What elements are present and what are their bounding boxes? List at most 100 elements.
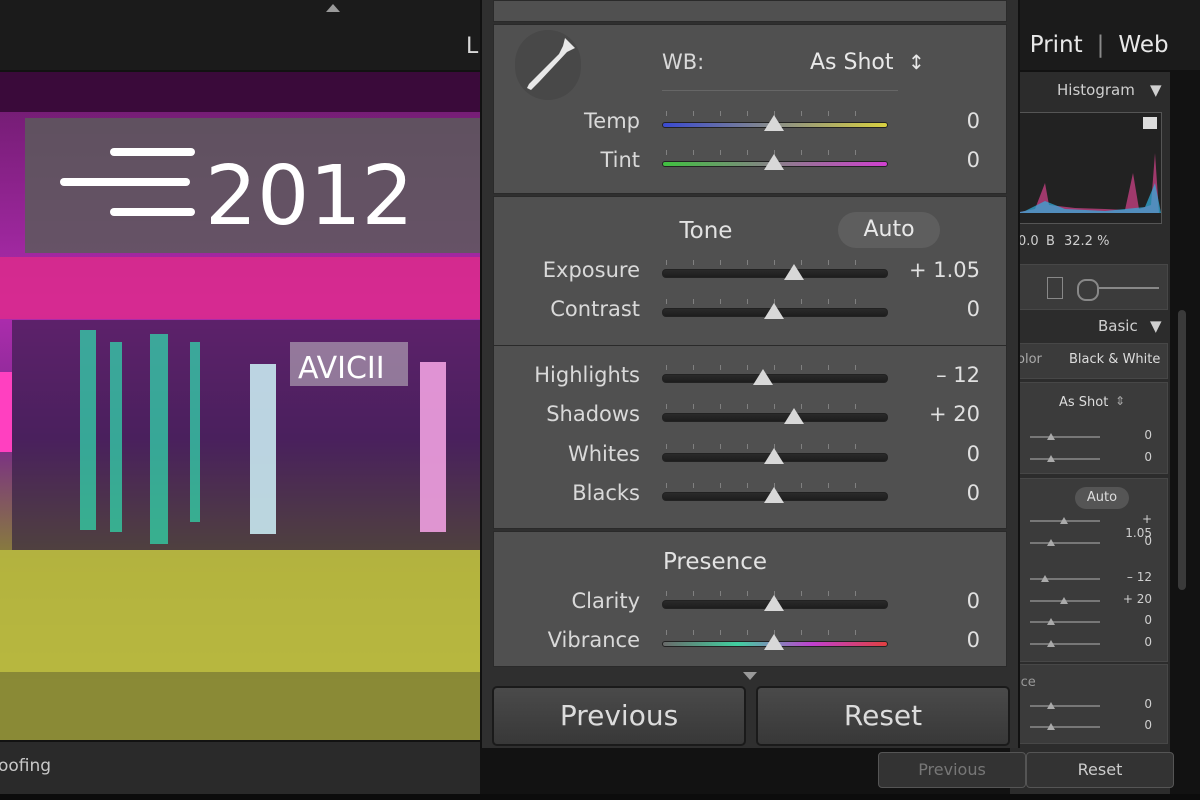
mini-slider-value: + 20 [1122,592,1152,606]
temp-slider-handle[interactable] [764,115,784,131]
highlights-value[interactable]: – 12 [890,363,980,387]
mini-slider-value: 0 [1144,697,1152,711]
mini-slider[interactable] [1030,436,1100,438]
highlights-slider[interactable] [662,374,888,383]
hist-readout-a: 0.0 [1018,234,1039,249]
mini-slider[interactable] [1030,621,1100,623]
mini-reset-button[interactable]: Reset [1026,752,1174,788]
hist-readout-b-label: B [1046,234,1055,249]
mini-slider-value: 0 [1144,635,1152,649]
photo-preview: 2012 AVICII [0,72,480,740]
mini-previous-button[interactable]: Previous [878,752,1026,788]
shadows-label: Shadows [546,402,640,426]
mini-slider-handle[interactable] [1041,575,1050,582]
mini-slider-handle[interactable] [1047,723,1055,730]
panel-top-strip [493,0,1007,22]
mini-slider-value: 0 [1144,718,1152,732]
whites-value[interactable]: 0 [890,442,980,466]
eyedropper-icon[interactable] [515,30,581,100]
vibrance-slider-handle[interactable] [764,634,784,650]
mini-slider[interactable] [1030,458,1100,460]
crop-tool-icon[interactable] [1047,277,1063,299]
tint-value[interactable]: 0 [890,148,980,172]
wb-dropdown-arrows-icon[interactable]: ↕ [908,50,925,74]
module-web[interactable]: Web [1118,32,1168,58]
right-scrollbar[interactable] [1178,310,1186,590]
mini-slider-handle[interactable] [1059,517,1068,524]
highlights-ticks [666,365,882,370]
mini-slider-value: 0 [1144,534,1152,548]
tab-color[interactable]: olor [1017,352,1042,367]
module-print[interactable]: Print [1030,32,1083,58]
clarity-slider-handle[interactable] [764,595,784,611]
whites-label: Whites [567,442,640,466]
neon-sign-year: 2012 [205,149,414,244]
mini-slider[interactable] [1030,726,1100,728]
module-label-partial[interactable]: L [466,34,478,59]
highlights-label: Highlights [534,363,640,387]
whites-slider-handle[interactable] [764,448,784,464]
vibrance-value[interactable]: 0 [890,628,980,652]
histogram [1014,112,1162,224]
clarity-label: Clarity [571,589,641,613]
tab-black-white[interactable]: Black & White [1069,352,1160,367]
mini-auto-button[interactable]: Auto [1075,487,1129,509]
mini-slider-handle[interactable] [1047,640,1055,647]
temp-label: Temp [584,109,640,133]
blacks-label: Blacks [572,481,640,505]
mini-slider[interactable] [1030,705,1100,707]
collapse-top-arrow-icon[interactable] [326,4,340,12]
tone-auto-button[interactable]: Auto [838,212,940,248]
histogram-collapse-icon[interactable]: ▼ [1150,81,1162,99]
temp-value[interactable]: 0 [890,109,980,133]
reset-button[interactable]: Reset [756,686,1010,746]
mini-slider-handle[interactable] [1047,455,1055,462]
mini-slider-value: 0 [1144,450,1152,464]
mini-slider[interactable] [1030,643,1100,645]
exposure-slider[interactable] [662,269,888,278]
contrast-value[interactable]: 0 [890,297,980,321]
basic-collapse-icon[interactable]: ▼ [1150,317,1162,335]
treatment-tabs: olor Black & White [1014,343,1168,379]
wb-label: WB: [662,50,705,74]
shadows-slider-handle[interactable] [784,408,805,424]
shadows-slider[interactable] [662,413,888,422]
mini-slider[interactable] [1030,542,1100,544]
soft-proofing-label[interactable]: oofing [0,756,51,776]
mini-slider-handle[interactable] [1047,702,1055,709]
tint-slider-handle[interactable] [764,154,784,170]
previous-button[interactable]: Previous [492,686,746,746]
basic-title[interactable]: Basic [1098,317,1138,335]
bottom-strip [0,794,1200,800]
toolbar-bottom-left: oofing [0,742,480,794]
vibrance-label: Vibrance [547,628,640,652]
exposure-value[interactable]: + 1.05 [890,258,980,282]
shadows-value[interactable]: + 20 [890,402,980,426]
blacks-value[interactable]: 0 [890,481,980,505]
mini-slider-handle[interactable] [1047,618,1055,625]
contrast-slider-handle[interactable] [764,303,784,319]
radial-filter-icon[interactable] [1077,279,1099,301]
tint-label: Tint [600,148,640,172]
tone-heading: Tone [679,218,733,244]
highlights-slider-handle[interactable] [752,369,773,385]
brush-slider-icon[interactable] [1099,287,1159,289]
mini-wb-dropdown-icon[interactable]: ⇕ [1115,394,1125,408]
blacks-slider-handle[interactable] [764,487,784,503]
neon-sign-name: AVICII [298,351,385,386]
mini-slider-handle[interactable] [1059,597,1068,604]
panel-collapse-arrow-icon[interactable] [743,672,757,680]
wb-dropdown[interactable]: As Shot [810,50,894,75]
clarity-value[interactable]: 0 [890,589,980,613]
hist-readout-b: 32.2 % [1064,234,1110,249]
mini-slider-value: 0 [1144,428,1152,442]
mini-slider-handle[interactable] [1047,539,1055,546]
histogram-title[interactable]: Histogram [1057,81,1135,99]
mini-slider-handle[interactable] [1047,433,1055,440]
exposure-slider-handle[interactable] [784,264,805,280]
nav-separator: | [1096,32,1105,58]
exposure-ticks [666,260,882,265]
mini-wb-value[interactable]: As Shot [1059,395,1108,410]
mini-slider-value: 0 [1144,613,1152,627]
presence-heading: Presence [662,549,768,575]
